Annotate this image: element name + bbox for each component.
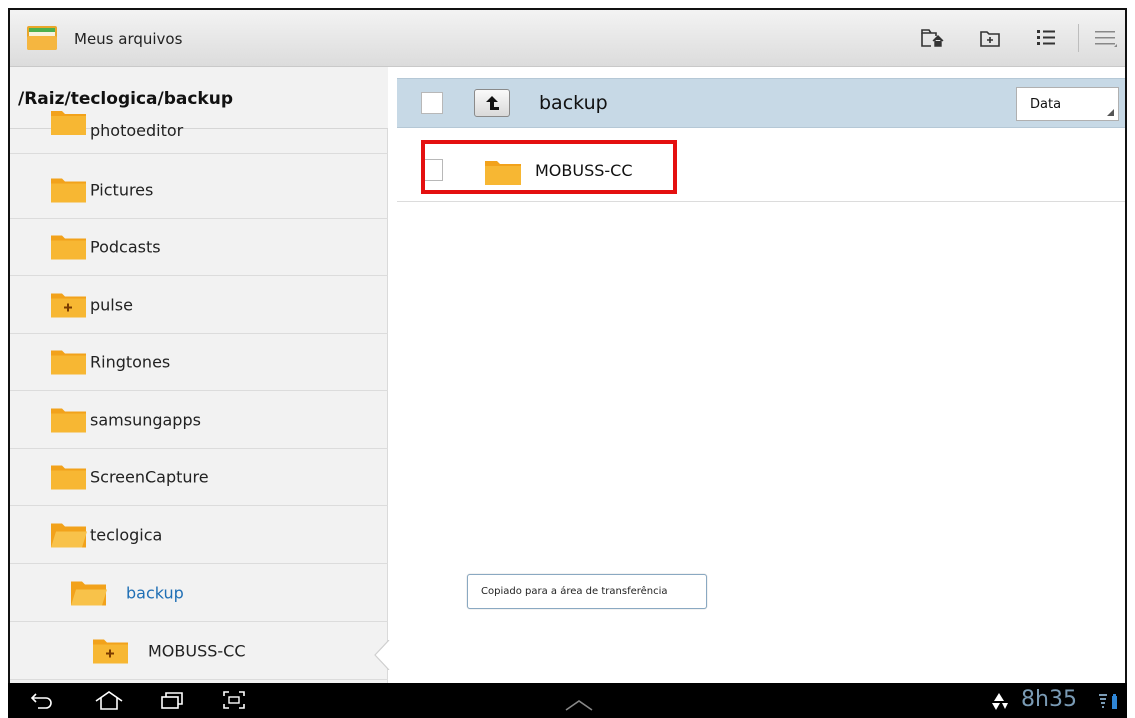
recycle-icon [992,693,1008,710]
sidebar-item-label: ScreenCapture [90,467,209,487]
sidebar-item-photoeditor[interactable]: photoeditor [10,109,388,154]
sidebar-item-label: MOBUSS-CC [148,641,246,661]
selection-pointer-icon [374,640,390,670]
status-time: 8h35 [1021,687,1077,712]
home-icon[interactable] [94,690,124,710]
sidebar-item-label: Ringtones [90,352,171,372]
folder-icon [51,465,86,490]
back-icon[interactable] [30,690,54,710]
current-folder-header: backup Data [397,78,1125,128]
chevron-up-icon[interactable] [564,695,594,715]
select-all-checkbox[interactable] [421,92,443,114]
arrow-up-icon [486,96,499,110]
folder-icon [51,350,86,375]
sidebar-item-label: teclogica [90,525,163,545]
list-view-icon[interactable] [1032,24,1060,52]
app-title: Meus arquivos [74,30,183,48]
sidebar-item-label: backup [126,583,184,603]
sidebar-item-screencapture[interactable]: ScreenCapture [10,449,388,506]
sidebar-item-teclogica[interactable]: teclogica [10,507,388,564]
folder-expand-icon [51,293,86,318]
sidebar-item-pulse[interactable]: pulse [10,277,388,334]
sidebar-item-ringtones[interactable]: Ringtones [10,334,388,391]
folder-icon [51,111,86,135]
sidebar-item-samsungapps[interactable]: samsungapps [10,392,388,449]
folder-tree-pane: /Raiz/teclogica/backup photoeditor Pictur… [10,67,390,683]
sidebar-item-label: Pictures [90,180,154,200]
folder-expand-icon [93,639,128,664]
sidebar-item-podcasts[interactable]: Podcasts [10,219,388,276]
app-window: Meus arquivos /Raiz/teclogica/backup pho… [8,8,1127,683]
sort-dropdown[interactable]: Data [1016,87,1119,121]
my-files-app-icon[interactable] [26,23,58,51]
recent-apps-icon[interactable] [160,690,184,710]
dropdown-corner-icon [1107,109,1114,116]
sidebar-item-pictures[interactable]: Pictures [10,162,388,219]
new-folder-icon[interactable] [976,24,1004,52]
highlight-box [421,140,677,194]
sidebar-item-label: pulse [90,295,133,315]
folder-icon [51,235,86,260]
system-bar: 8h35 [8,683,1127,718]
sidebar-item-label: photoeditor [90,121,184,140]
menu-icon[interactable] [1092,24,1120,52]
folder-open-icon [51,523,87,548]
folder-icon [51,408,86,433]
folder-open-icon [71,581,107,606]
sort-label: Data [1030,97,1062,112]
action-bar: Meus arquivos [10,10,1125,67]
signal-battery-icon [1099,694,1117,709]
up-folder-button[interactable] [474,89,510,117]
toast-message: Copiado para a área de transferência [467,574,707,609]
folder-home-icon[interactable] [918,24,946,52]
sidebar-item-backup[interactable]: backup [10,565,388,622]
action-bar-divider [1078,24,1079,52]
sidebar-item-label: Podcasts [90,237,161,257]
folder-icon [51,178,86,203]
file-list-pane: backup Data MOBUSS-CC Copiado para a áre… [397,67,1125,683]
sidebar-item-label: samsungapps [90,410,201,430]
screenshot-icon[interactable] [222,690,246,710]
sidebar-item-mobuss-cc[interactable]: MOBUSS-CC [10,623,388,680]
current-folder-name: backup [539,92,608,114]
